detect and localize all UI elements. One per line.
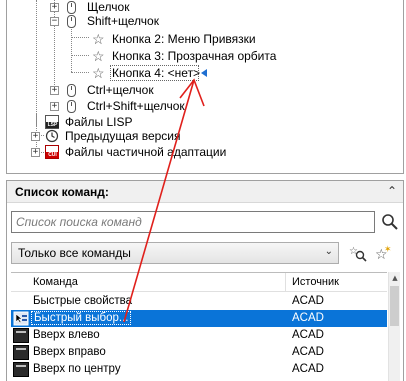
star-icon: ☆ (92, 48, 105, 64)
tree-item-label: Кнопка 3: Прозрачная орбита (112, 49, 277, 63)
tree-item-label: Shift+щелчок (87, 14, 159, 28)
tree-item-button-2[interactable]: ☆ Кнопка 2: Меню Привязки (89, 30, 289, 48)
table-row[interactable]: Вверх влево ACAD (11, 327, 387, 344)
tree-item-shift-click[interactable]: − Shift+щелчок (44, 12, 204, 30)
table-row[interactable]: Вверх вправо ACAD (11, 344, 387, 361)
mouse-icon (67, 100, 76, 113)
column-divider[interactable] (285, 273, 286, 292)
filter-selected-value: Только все команды (18, 246, 131, 260)
history-icon (45, 129, 59, 143)
star-icon: ☆ (92, 31, 105, 47)
panel-title: Список команд: (15, 185, 109, 199)
search-icon[interactable] (381, 213, 399, 231)
command-table: Команда Источник Быстрые свойства ACAD Б… (11, 272, 387, 381)
command-name: Вверх влево (33, 329, 100, 341)
table-row-selected[interactable]: Быстрый выбор... ACAD (11, 310, 387, 327)
command-icon (13, 362, 29, 377)
scroll-up-icon[interactable]: ▲ (389, 272, 401, 284)
cui-file-icon: CUI (45, 145, 59, 159)
command-icon (13, 345, 29, 360)
panel-header: Список команд: ⌃ (7, 180, 403, 203)
table-row[interactable]: Быстрые свойства ACAD (11, 293, 387, 310)
expand-icon[interactable]: + (31, 132, 40, 141)
command-source: ACAD (292, 312, 324, 324)
focus-outline (110, 65, 199, 81)
quick-select-icon (13, 311, 29, 326)
table-header: Команда Источник (11, 273, 387, 292)
tree-item-label: Кнопка 2: Меню Привязки (112, 32, 256, 46)
find-command-icon[interactable]: ☆ (348, 243, 368, 263)
command-filter-dropdown[interactable]: Только все команды ⌄ (11, 242, 339, 264)
command-search-field[interactable] (11, 211, 375, 233)
scrollbar-thumb[interactable] (390, 286, 399, 326)
command-source: ACAD (292, 363, 324, 375)
mouse-icon (67, 84, 76, 97)
command-list-panel: Список команд: ⌃ Только все команды ⌄ ☆ … (6, 180, 404, 381)
collapse-panel-icon[interactable]: ⌃ (387, 184, 397, 198)
command-search-input[interactable] (12, 212, 374, 232)
command-name: Вверх по центру (33, 363, 121, 375)
column-header-source[interactable]: Источник (292, 276, 339, 288)
command-source: ACAD (292, 346, 324, 358)
vertical-scrollbar[interactable]: ▲ (388, 272, 400, 381)
customization-tree: + Щелчок − Shift+щелчок ☆ Кнопка 2: Меню… (6, 0, 404, 174)
command-source: ACAD (292, 295, 324, 307)
tree-item-partial-files[interactable]: + CUI Файлы частичной адаптации (27, 143, 267, 161)
mouse-icon (67, 15, 76, 28)
star-icon: ☆ (92, 65, 105, 81)
tree-item-button-3[interactable]: ☆ Кнопка 3: Прозрачная орбита (89, 47, 319, 65)
command-name: Быстрые свойства (33, 295, 133, 307)
chevron-down-icon: ⌄ (324, 246, 333, 257)
tree-item-label: Файлы частичной адаптации (65, 145, 227, 159)
expand-icon[interactable]: + (31, 148, 40, 157)
command-name: Вверх вправо (33, 346, 106, 358)
drop-target-marker-icon (201, 69, 207, 77)
command-icon (13, 328, 29, 343)
expand-icon[interactable]: + (50, 102, 59, 111)
tree-item-button-4[interactable]: ☆ Кнопка 4: <нет> (89, 64, 229, 82)
svg-text:✶: ✶ (384, 245, 392, 255)
command-name: Быстрый выбор... (31, 311, 132, 325)
column-header-command[interactable]: Команда (33, 276, 78, 288)
expand-icon[interactable]: + (50, 3, 59, 12)
collapse-icon[interactable]: − (50, 17, 59, 26)
command-source: ACAD (292, 329, 324, 341)
table-row[interactable]: Вверх по центру ACAD (11, 361, 387, 378)
expand-icon[interactable]: + (50, 86, 59, 95)
new-command-icon[interactable]: ☆ ✶ (373, 243, 393, 263)
